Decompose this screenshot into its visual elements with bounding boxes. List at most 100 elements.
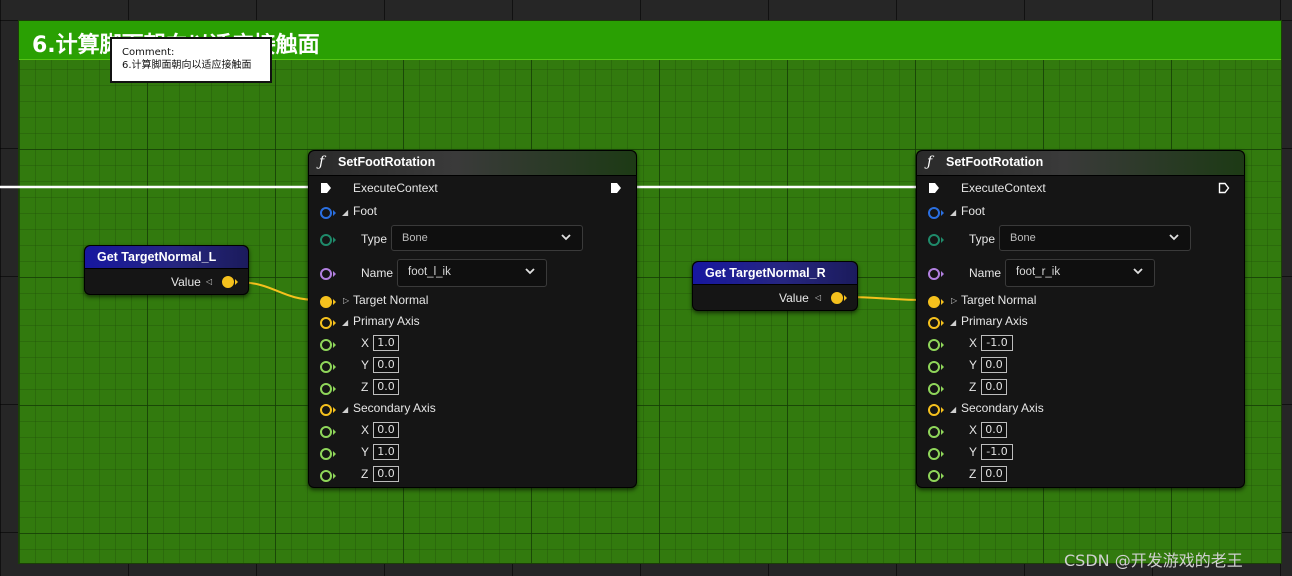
primary-y-label: Y [361,358,370,372]
target-normal-input-pin[interactable] [928,296,944,308]
secondary-x-pin[interactable] [320,426,336,438]
secondary-x-pin[interactable] [928,426,944,438]
function-icon: ƒ [927,154,933,170]
primary-x-label: X [361,336,370,350]
foot-input-pin[interactable] [928,207,944,219]
secondary-y-field[interactable]: -1.0 [981,444,1013,460]
type-dropdown[interactable]: Bone [999,225,1191,251]
foot-label: Foot [353,204,378,218]
primary-y-label: Y [969,358,978,372]
primary-z-field[interactable]: 0.0 [981,379,1007,395]
secondary-z-pin[interactable] [928,470,944,482]
type-label: Type [969,232,996,246]
set-foot-rotation-node-right[interactable]: ƒ SetFootRotation ExecuteContext ◢ Foot … [916,150,1245,488]
name-input-pin[interactable] [320,268,336,280]
name-value: foot_r_ik [1016,266,1061,278]
secondary-x-label: X [361,423,370,437]
primary-z-label: Z [361,380,369,394]
primary-z-field[interactable]: 0.0 [373,379,399,395]
secondary-y-pin[interactable] [928,448,944,460]
vector-output-pin[interactable] [831,292,847,304]
getter-value-label: Value [171,275,201,289]
expand-right-icon[interactable]: ▷ [343,296,349,305]
chevron-down-icon [525,268,535,275]
primary-y-field[interactable]: 0.0 [373,357,399,373]
primary-x-pin[interactable] [928,339,944,351]
expand-right-icon[interactable]: ▷ [951,296,957,305]
primary-axis-input-pin[interactable] [320,317,336,329]
secondary-y-pin[interactable] [320,448,336,460]
node-title: SetFootRotation [946,155,1044,169]
secondary-axis-label: Secondary Axis [961,401,1044,415]
primary-y-pin[interactable] [320,361,336,373]
type-value: Bone [1010,232,1036,244]
getter-header[interactable]: Get TargetNormal_L [85,246,248,269]
primary-y-field[interactable]: 0.0 [981,357,1007,373]
getter-node-right[interactable]: Get TargetNormal_R Value ◁ [692,261,858,311]
exec-input-pin-icon[interactable] [320,182,332,194]
primary-x-field[interactable]: 1.0 [373,335,399,351]
target-normal-input-pin[interactable] [320,296,336,308]
exec-input-pin-icon[interactable] [928,182,940,194]
arrow-left-icon: ◁ [206,277,213,286]
secondary-z-pin[interactable] [320,470,336,482]
primary-x-label: X [969,336,978,350]
primary-z-pin[interactable] [320,383,336,395]
name-input-pin[interactable] [928,268,944,280]
name-dropdown[interactable]: foot_l_ik [397,259,547,287]
execute-context-label: ExecuteContext [961,181,1046,195]
primary-axis-input-pin[interactable] [928,317,944,329]
exec-output-pin-icon[interactable] [1218,182,1230,194]
arrow-left-icon: ◁ [815,293,822,302]
secondary-z-field[interactable]: 0.0 [981,466,1007,482]
secondary-z-label: Z [361,467,369,481]
set-foot-rotation-node-left[interactable]: ƒ SetFootRotation ExecuteContext ◢ Foot … [308,150,637,488]
foot-input-pin[interactable] [320,207,336,219]
primary-x-field[interactable]: -1.0 [981,335,1013,351]
vector-output-pin[interactable] [222,276,238,288]
primary-z-pin[interactable] [928,383,944,395]
secondary-x-field[interactable]: 0.0 [373,422,399,438]
collapse-down-icon[interactable]: ◢ [342,405,348,414]
chevron-down-icon [1133,268,1143,275]
secondary-axis-label: Secondary Axis [353,401,436,415]
name-label: Name [969,266,1002,280]
primary-axis-label: Primary Axis [353,314,420,328]
secondary-y-label: Y [969,445,978,459]
vector-wire-right [845,296,927,301]
getter-title: Get TargetNormal_R [705,266,826,280]
collapse-down-icon[interactable]: ◢ [342,318,348,327]
collapse-down-icon[interactable]: ◢ [950,208,956,217]
name-value: foot_l_ik [408,266,451,278]
primary-y-pin[interactable] [928,361,944,373]
secondary-z-field[interactable]: 0.0 [373,466,399,482]
secondary-y-field[interactable]: 1.0 [373,444,399,460]
chevron-down-icon [561,234,571,241]
primary-x-pin[interactable] [320,339,336,351]
secondary-x-field[interactable]: 0.0 [981,422,1007,438]
primary-axis-label: Primary Axis [961,314,1028,328]
secondary-axis-input-pin[interactable] [320,404,336,416]
secondary-axis-input-pin[interactable] [928,404,944,416]
target-normal-label: Target Normal [353,293,429,307]
name-dropdown[interactable]: foot_r_ik [1005,259,1155,287]
secondary-z-label: Z [969,467,977,481]
collapse-down-icon[interactable]: ◢ [342,208,348,217]
type-label: Type [361,232,388,246]
watermark: CSDN @开发游戏的老王 [1064,551,1243,570]
target-normal-label: Target Normal [961,293,1037,307]
collapse-down-icon[interactable]: ◢ [950,318,956,327]
type-input-pin[interactable] [320,234,336,246]
type-dropdown[interactable]: Bone [391,225,583,251]
getter-header[interactable]: Get TargetNormal_R [693,262,857,285]
type-input-pin[interactable] [928,234,944,246]
chevron-down-icon [1169,234,1179,241]
collapse-down-icon[interactable]: ◢ [950,405,956,414]
exec-output-pin-icon[interactable] [610,182,622,194]
node-header[interactable]: ƒ SetFootRotation [309,151,636,176]
node-title: SetFootRotation [338,155,436,169]
getter-node-left[interactable]: Get TargetNormal_L Value ◁ [84,245,249,295]
secondary-x-label: X [969,423,978,437]
primary-z-label: Z [969,380,977,394]
node-header[interactable]: ƒ SetFootRotation [917,151,1244,176]
